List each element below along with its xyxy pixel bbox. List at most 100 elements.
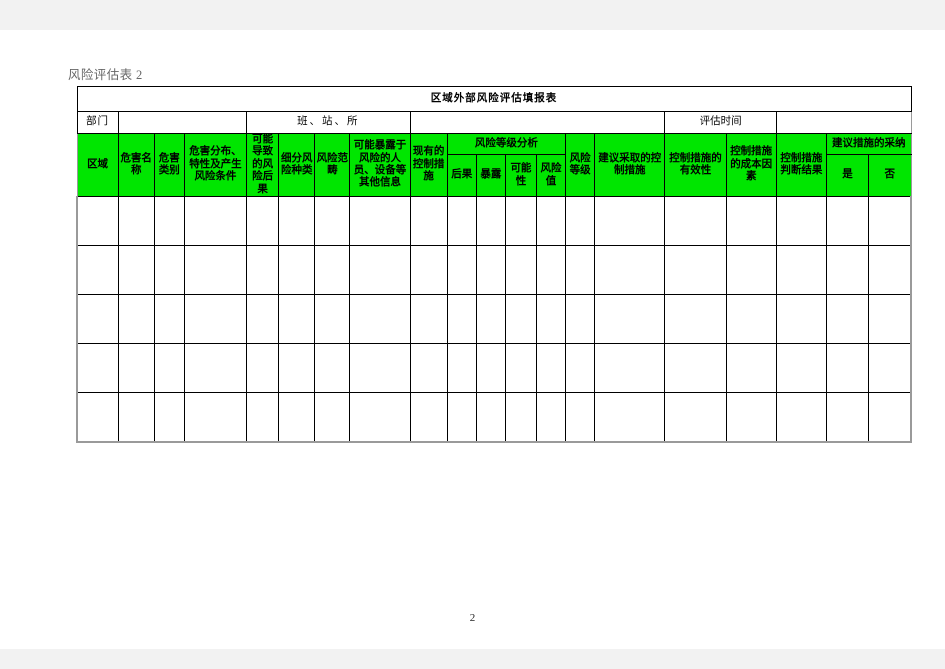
cell-adoption-yes[interactable]	[825, 244, 870, 295]
cell-exposed-info[interactable]	[349, 342, 411, 393]
department-value[interactable]	[117, 111, 248, 134]
cell-suggested-controls[interactable]	[594, 391, 666, 443]
cell-risk-subtype[interactable]	[278, 293, 316, 344]
cell-hazard-name[interactable]	[117, 391, 155, 443]
cell-existing-controls[interactable]	[409, 293, 448, 344]
cell-likelihood[interactable]	[504, 391, 537, 443]
cell-control-judgement[interactable]	[775, 293, 827, 344]
cell-hazard-category[interactable]	[153, 293, 185, 344]
cell-exposure[interactable]	[475, 195, 506, 246]
cell-control-cost-factor[interactable]	[725, 195, 777, 246]
cell-hazard-distribution[interactable]	[183, 195, 248, 246]
cell-likelihood[interactable]	[504, 293, 537, 344]
cell-risk-subtype[interactable]	[278, 244, 316, 295]
cell-risk-subtype[interactable]	[278, 342, 316, 393]
cell-hazard-distribution[interactable]	[183, 342, 248, 393]
cell-hazard-name[interactable]	[117, 195, 155, 246]
cell-hazard-distribution[interactable]	[183, 293, 248, 344]
cell-area[interactable]	[75, 391, 119, 443]
cell-adoption-yes[interactable]	[825, 293, 870, 344]
cell-likelihood[interactable]	[504, 195, 537, 246]
cell-possible-consequence[interactable]	[246, 342, 280, 393]
cell-consequence[interactable]	[446, 391, 477, 443]
cell-adoption-yes[interactable]	[825, 391, 870, 443]
cell-consequence[interactable]	[446, 293, 477, 344]
cell-adoption-no[interactable]	[868, 293, 913, 344]
cell-possible-consequence[interactable]	[246, 244, 280, 295]
cell-exposure[interactable]	[475, 342, 506, 393]
cell-possible-consequence[interactable]	[246, 293, 280, 344]
cell-risk-value[interactable]	[535, 195, 567, 246]
cell-hazard-category[interactable]	[153, 391, 185, 443]
cell-hazard-category[interactable]	[153, 244, 185, 295]
cell-control-effectiveness[interactable]	[664, 342, 727, 393]
cell-adoption-no[interactable]	[868, 195, 913, 246]
cell-hazard-category[interactable]	[153, 195, 185, 246]
cell-area[interactable]	[75, 244, 119, 295]
cell-existing-controls[interactable]	[409, 195, 448, 246]
cell-hazard-name[interactable]	[117, 342, 155, 393]
cell-exposed-info[interactable]	[349, 244, 411, 295]
cell-suggested-controls[interactable]	[594, 342, 666, 393]
cell-risk-value[interactable]	[535, 244, 567, 295]
cell-risk-scope[interactable]	[314, 244, 351, 295]
cell-adoption-no[interactable]	[868, 342, 913, 393]
cell-risk-scope[interactable]	[314, 195, 351, 246]
cell-hazard-name[interactable]	[117, 244, 155, 295]
cell-hazard-category[interactable]	[153, 342, 185, 393]
cell-exposure[interactable]	[475, 293, 506, 344]
cell-existing-controls[interactable]	[409, 342, 448, 393]
cell-adoption-yes[interactable]	[825, 195, 870, 246]
cell-exposure[interactable]	[475, 244, 506, 295]
cell-consequence[interactable]	[446, 195, 477, 246]
cell-risk-grade[interactable]	[565, 342, 596, 393]
cell-control-effectiveness[interactable]	[664, 293, 727, 344]
cell-adoption-no[interactable]	[868, 391, 913, 443]
cell-hazard-name[interactable]	[117, 293, 155, 344]
cell-control-cost-factor[interactable]	[725, 244, 777, 295]
cell-exposed-info[interactable]	[349, 391, 411, 443]
cell-risk-value[interactable]	[535, 293, 567, 344]
cell-hazard-distribution[interactable]	[183, 244, 248, 295]
cell-area[interactable]	[75, 195, 119, 246]
cell-exposed-info[interactable]	[349, 293, 411, 344]
cell-suggested-controls[interactable]	[594, 293, 666, 344]
cell-area[interactable]	[75, 293, 119, 344]
cell-exposure[interactable]	[475, 391, 506, 443]
cell-suggested-controls[interactable]	[594, 244, 666, 295]
cell-control-judgement[interactable]	[775, 244, 827, 295]
cell-control-cost-factor[interactable]	[725, 342, 777, 393]
cell-risk-scope[interactable]	[314, 293, 351, 344]
cell-risk-value[interactable]	[535, 342, 567, 393]
cell-risk-grade[interactable]	[565, 293, 596, 344]
cell-exposed-info[interactable]	[349, 195, 411, 246]
cell-risk-scope[interactable]	[314, 391, 351, 443]
cell-area[interactable]	[75, 342, 119, 393]
cell-risk-grade[interactable]	[565, 195, 596, 246]
cell-control-judgement[interactable]	[775, 342, 827, 393]
cell-risk-value[interactable]	[535, 391, 567, 443]
cell-control-judgement[interactable]	[775, 195, 827, 246]
cell-hazard-distribution[interactable]	[183, 391, 248, 443]
cell-risk-subtype[interactable]	[278, 195, 316, 246]
cell-adoption-yes[interactable]	[825, 342, 870, 393]
cell-control-effectiveness[interactable]	[664, 391, 727, 443]
cell-control-effectiveness[interactable]	[664, 195, 727, 246]
cell-consequence[interactable]	[446, 342, 477, 393]
cell-consequence[interactable]	[446, 244, 477, 295]
cell-possible-consequence[interactable]	[246, 195, 280, 246]
cell-existing-controls[interactable]	[409, 391, 448, 443]
cell-adoption-no[interactable]	[868, 244, 913, 295]
team-value[interactable]	[409, 111, 666, 134]
cell-risk-subtype[interactable]	[278, 391, 316, 443]
cell-control-judgement[interactable]	[775, 391, 827, 443]
cell-control-effectiveness[interactable]	[664, 244, 727, 295]
cell-suggested-controls[interactable]	[594, 195, 666, 246]
cell-likelihood[interactable]	[504, 342, 537, 393]
cell-risk-scope[interactable]	[314, 342, 351, 393]
cell-control-cost-factor[interactable]	[725, 391, 777, 443]
cell-existing-controls[interactable]	[409, 244, 448, 295]
cell-control-cost-factor[interactable]	[725, 293, 777, 344]
cell-risk-grade[interactable]	[565, 391, 596, 443]
cell-risk-grade[interactable]	[565, 244, 596, 295]
